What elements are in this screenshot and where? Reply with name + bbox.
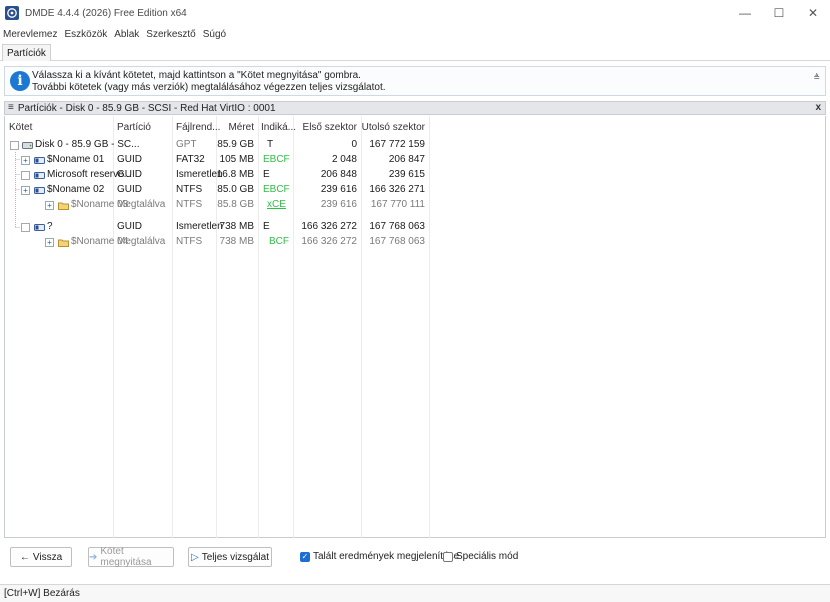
- folder-icon: [58, 202, 69, 210]
- title-bar: DMDE 4.4.4 (2026) Free Edition x64 — ☐ ✕: [0, 0, 830, 26]
- table-row[interactable]: Disk 0 - 85.9 GB - SC... GPT 85.9 GB T 0…: [5, 138, 435, 153]
- window-title: DMDE 4.4.4 (2026) Free Edition x64: [25, 7, 187, 19]
- arrow-left-icon: ←: [19, 551, 30, 563]
- row-name: $Noname 01: [47, 154, 105, 165]
- expand-icon[interactable]: +: [45, 238, 54, 247]
- collapse-icon[interactable]: ≜: [813, 73, 820, 82]
- info-icon: i: [10, 71, 30, 91]
- table-row[interactable]: Microsoft reserve... GUID Ismeretlen 16.…: [5, 168, 435, 183]
- menu-bar: Merevlemez Eszközök Ablak Szerkesztő Súg…: [0, 26, 830, 42]
- header-utolso-szektor[interactable]: Utolsó szektor: [361, 122, 425, 133]
- status-bar: [Ctrl+W] Bezárás: [0, 584, 830, 602]
- open-volume-button[interactable]: ➔ Kötet megnyitása: [88, 546, 174, 568]
- menu-szerkeszto[interactable]: Szerkesztő: [146, 29, 195, 40]
- play-icon: ▷: [191, 551, 199, 563]
- row-checkbox[interactable]: [10, 141, 19, 150]
- row-name: $Noname 02: [47, 184, 105, 195]
- action-bar: ← Vissza ➔ Kötet megnyitása ▷ Teljes viz…: [0, 542, 830, 572]
- minimize-button[interactable]: —: [728, 0, 762, 26]
- info-panel: i Válassza ki a kívánt kötetet, majd kat…: [4, 66, 826, 96]
- status-text: [Ctrl+W] Bezárás: [4, 588, 80, 599]
- unknown-volume-icon: [34, 224, 45, 231]
- menu-sugo[interactable]: Súgó: [203, 29, 226, 40]
- panel-close-icon[interactable]: x: [815, 102, 821, 113]
- maximize-button[interactable]: ☐: [762, 0, 796, 26]
- header-fajlrendszer[interactable]: Fájlrend...: [176, 122, 220, 133]
- table-header: Kötet Partíció Fájlrend... Méret Indiká.…: [5, 120, 435, 136]
- info-text-line2: További kötetek (vagy más verziók) megta…: [32, 82, 386, 93]
- partitions-panel-header: ≡ Partíciók - Disk 0 - 85.9 GB - SCSI - …: [4, 101, 826, 115]
- row-name: Disk 0 - 85.9 GB - SC...: [35, 139, 140, 150]
- expand-icon[interactable]: +: [21, 186, 30, 195]
- partitions-table: Kötet Partíció Fájlrend... Méret Indiká.…: [4, 116, 826, 538]
- info-text-line1: Válassza ki a kívánt kötetet, majd katti…: [32, 70, 361, 81]
- row-name: ?: [47, 221, 53, 232]
- table-row[interactable]: ? GUID Ismeretlen 738 MB E 166 326 272 1…: [5, 220, 435, 235]
- close-button[interactable]: ✕: [796, 0, 830, 26]
- menu-ablak[interactable]: Ablak: [114, 29, 139, 40]
- show-found-checkbox[interactable]: ✓ Talált eredmények megjelenítése: [300, 551, 459, 562]
- back-button[interactable]: ← Vissza: [10, 547, 72, 567]
- table-row[interactable]: + $Noname 03 Megtalálva NTFS 85.8 GB xCE…: [5, 198, 435, 213]
- special-mode-checkbox[interactable]: Speciális mód: [443, 551, 518, 562]
- menu-eszkozok[interactable]: Eszközök: [64, 29, 107, 40]
- dmde-app-icon: [5, 6, 19, 20]
- expand-icon[interactable]: +: [21, 156, 30, 165]
- volume-icon: [34, 157, 45, 164]
- header-indikator[interactable]: Indiká...: [261, 122, 296, 133]
- row-checkbox[interactable]: [21, 171, 30, 180]
- row-checkbox[interactable]: [21, 223, 30, 232]
- tab-bar: Partíciók: [0, 42, 830, 61]
- header-particio[interactable]: Partíció: [117, 122, 151, 133]
- checkmark-icon: ✓: [300, 551, 310, 562]
- tab-particiok[interactable]: Partíciók: [2, 44, 51, 61]
- panel-title: Partíciók - Disk 0 - 85.9 GB - SCSI - Re…: [17, 102, 276, 114]
- folder-icon: [58, 239, 69, 247]
- unknown-volume-icon: [34, 172, 45, 179]
- arrow-right-icon: ➔: [89, 551, 98, 563]
- table-row[interactable]: + $Noname 04 Megtalálva NTFS 738 MB BCF …: [5, 235, 435, 250]
- table-row[interactable]: + $Noname 01 GUID FAT32 105 MB EBCF 2 04…: [5, 153, 435, 168]
- disk-icon: [22, 142, 33, 149]
- expand-icon[interactable]: +: [45, 201, 54, 210]
- table-row[interactable]: + $Noname 02 GUID NTFS 85.0 GB EBCF 239 …: [5, 183, 435, 198]
- volume-icon: [34, 187, 45, 194]
- full-scan-button[interactable]: ▷ Teljes vizsgálat: [188, 547, 272, 567]
- header-elso-szektor[interactable]: Első szektor: [293, 122, 357, 133]
- menu-merevlemez[interactable]: Merevlemez: [3, 29, 57, 40]
- hamburger-menu-icon[interactable]: ≡: [8, 103, 14, 113]
- header-meret[interactable]: Méret: [216, 122, 254, 133]
